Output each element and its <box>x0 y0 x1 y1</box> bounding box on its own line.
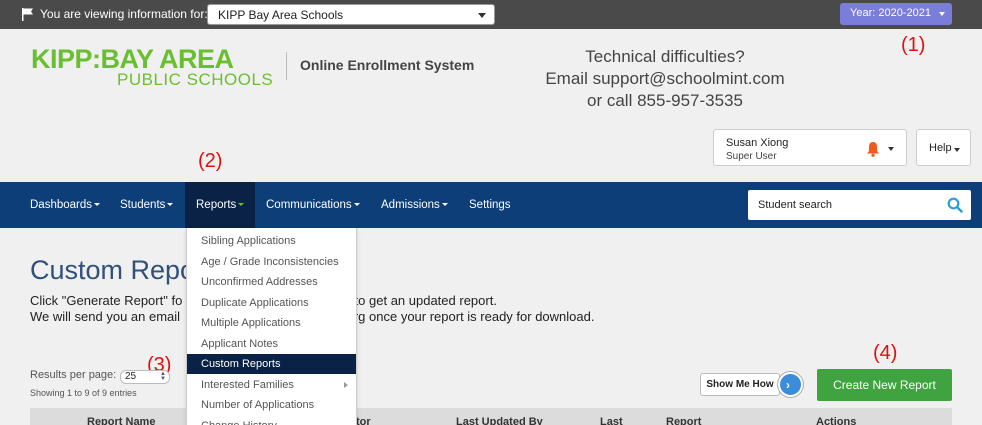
user-role: Super User <box>726 151 777 162</box>
results-per-page-value: 25 <box>125 371 137 382</box>
tech-line-3: or call 855-957-3535 <box>587 91 743 110</box>
entries-count: Showing 1 to 9 of 9 entries <box>30 388 137 398</box>
chevron-down-icon <box>238 203 245 207</box>
help-button[interactable]: Help <box>916 129 971 166</box>
menu-item-sibling-applications[interactable]: Sibling Applications <box>187 231 356 251</box>
flag-icon <box>22 8 33 21</box>
system-title: Online Enrollment System <box>300 57 475 73</box>
nav-settings[interactable]: Settings <box>469 182 511 228</box>
stepper-arrows-icon: ▲ ▼ <box>160 371 166 382</box>
chevron-right-icon <box>344 381 348 388</box>
logo-divider <box>286 52 287 80</box>
show-me-how-button[interactable]: Show Me How › <box>700 372 807 397</box>
description-line-1-tail: rt to get an updated report. <box>343 293 497 308</box>
nav-label: Dashboards <box>30 199 93 211</box>
chevron-down-icon <box>94 203 101 207</box>
nav-label: Admissions <box>381 199 440 211</box>
column-header-creator[interactable]: tor <box>356 416 371 425</box>
column-header-last[interactable]: Last <box>600 416 623 425</box>
student-search-input[interactable] <box>748 190 971 220</box>
page-title: Custom Repo <box>30 255 196 285</box>
nav-communications[interactable]: Communications <box>266 182 360 228</box>
nav-admissions[interactable]: Admissions <box>381 182 448 228</box>
user-menu[interactable]: Susan Xiong Super User <box>713 129 907 166</box>
search-icon[interactable] <box>947 197 963 213</box>
menu-item-duplicate-applications[interactable]: Duplicate Applications <box>187 293 356 313</box>
school-select-value: KIPP Bay Area Schools <box>218 8 344 22</box>
menu-item-interested-families[interactable]: Interested Families <box>187 375 356 395</box>
tech-support-info: Technical difficulties? Email support@sc… <box>520 46 810 112</box>
tech-line-2: Email support@schoolmint.com <box>545 69 785 88</box>
reports-dropdown-menu: Sibling Applications Age / Grade Inconsi… <box>186 228 357 425</box>
results-per-page-select[interactable]: 25 ▲ ▼ <box>120 370 170 384</box>
nav-students[interactable]: Students <box>120 182 174 228</box>
description-line-2-tail: .org once your report is ready for downl… <box>343 309 595 324</box>
chevron-right-icon[interactable]: › <box>778 372 803 397</box>
chevron-down-icon <box>954 148 960 152</box>
menu-item-label: Interested Families <box>201 378 294 391</box>
show-me-how-label: Show Me How <box>700 373 780 396</box>
menu-item-unconfirmed-addresses[interactable]: Unconfirmed Addresses <box>187 272 356 292</box>
nav-label: Settings <box>469 199 511 211</box>
nav-label: Reports <box>196 199 237 211</box>
menu-item-number-of-applications[interactable]: Number of Applications <box>187 395 356 415</box>
school-select[interactable]: KIPP Bay Area Schools <box>207 4 495 25</box>
menu-item-applicant-notes[interactable]: Applicant Notes <box>187 334 356 354</box>
nav-label: Communications <box>266 199 352 211</box>
nav-label: Students <box>120 199 166 211</box>
reports-table-header: Report Name tor Last Updated By Last Rep… <box>30 408 952 425</box>
chevron-down-icon <box>167 203 174 207</box>
year-dropdown-button[interactable]: Year: 2020-2021 <box>840 3 952 25</box>
help-label: Help <box>929 142 952 154</box>
user-name: Susan Xiong <box>726 137 789 149</box>
menu-item-multiple-applications[interactable]: Multiple Applications <box>187 313 356 333</box>
nav-dashboards[interactable]: Dashboards <box>30 182 101 228</box>
annotation-1: (1) <box>901 34 926 56</box>
description-line-1: Click "Generate Report" fo <box>30 293 183 308</box>
description-line-2: We will send you an email <box>30 309 181 324</box>
tech-line-1: Technical difficulties? <box>585 47 745 66</box>
bell-icon[interactable] <box>866 141 880 157</box>
menu-item-custom-reports[interactable]: Custom Reports <box>187 354 356 374</box>
top-info-bar: You are viewing information for: KIPP Ba… <box>0 0 982 29</box>
column-header-last-updated-by[interactable]: Last Updated By <box>456 416 543 425</box>
annotation-2: (2) <box>198 150 223 172</box>
results-per-page-label: Results per page: <box>30 369 117 381</box>
nav-reports[interactable]: Reports <box>185 182 255 228</box>
chevron-down-icon <box>353 203 360 207</box>
chevron-down-icon <box>939 12 945 16</box>
column-header-report-name[interactable]: Report Name <box>87 416 155 425</box>
menu-item-age-grade-inconsistencies[interactable]: Age / Grade Inconsistencies <box>187 252 356 272</box>
year-label: Year: 2020-2021 <box>850 7 931 19</box>
annotation-4: (4) <box>873 342 898 364</box>
menu-item-change-history[interactable]: Change History <box>187 416 356 425</box>
logo-public-schools: PUBLIC SCHOOLS <box>117 70 274 89</box>
chevron-down-icon <box>478 13 486 18</box>
create-new-report-button[interactable]: Create New Report <box>817 369 952 401</box>
column-header-report[interactable]: Report <box>666 416 701 425</box>
viewing-label: You are viewing information for: <box>40 7 208 21</box>
chevron-down-icon <box>888 147 894 151</box>
chevron-down-icon <box>441 203 448 207</box>
column-header-actions: Actions <box>816 416 857 425</box>
